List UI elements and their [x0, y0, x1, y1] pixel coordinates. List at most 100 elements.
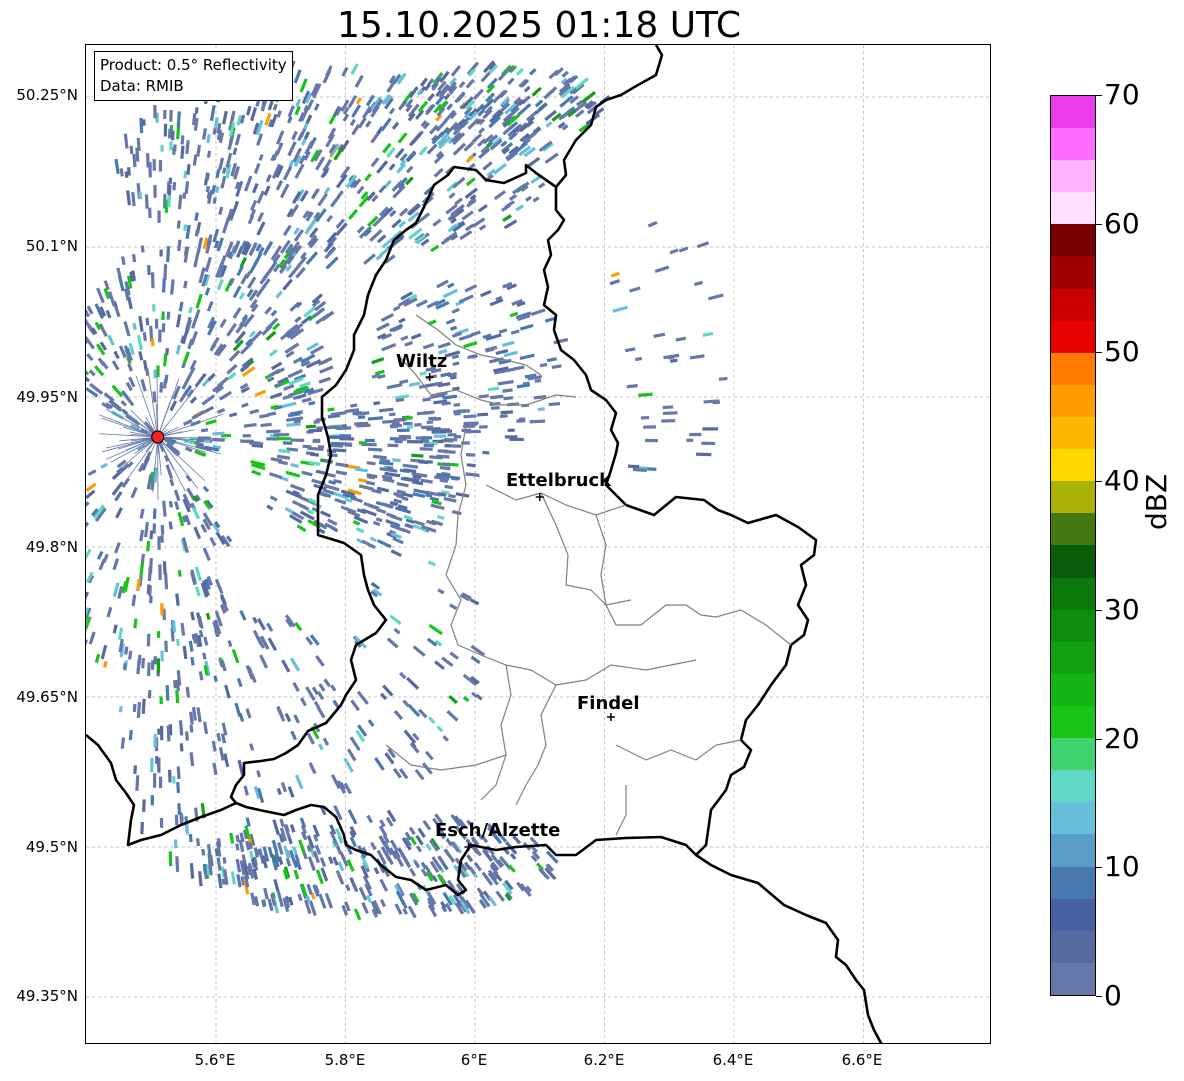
echo-cell [137, 654, 142, 665]
echo-cell [537, 407, 545, 412]
echo-cell [421, 436, 433, 440]
echo-cell [216, 857, 222, 871]
echo-cell [443, 848, 456, 863]
echo-cell [439, 465, 451, 471]
echo-cell [245, 817, 251, 827]
colorbar-segment [1051, 449, 1095, 482]
echo-cell [282, 441, 293, 445]
echo-cell [308, 428, 323, 433]
echo-cell [431, 428, 439, 432]
echo-cell [436, 514, 445, 520]
echo-cell [376, 234, 387, 244]
echo-cell [675, 336, 687, 342]
radar-map[interactable] [85, 44, 991, 1044]
echo-cell [305, 424, 317, 429]
echo-cell [448, 695, 458, 705]
echo-cell [111, 384, 124, 398]
echo-cell [86, 376, 91, 383]
echo-cell [86, 548, 92, 561]
echo-cell [230, 871, 237, 885]
echo-cell [160, 650, 164, 662]
echo-cell [492, 163, 507, 175]
echo-cell [478, 224, 487, 231]
echo-cell [159, 696, 163, 705]
echo-cell [645, 438, 658, 443]
echo-cell [116, 267, 122, 278]
echo-cell [442, 735, 449, 742]
lat-label: 49.8°N [25, 538, 78, 556]
echo-cell [337, 426, 352, 431]
echo-cell [290, 483, 306, 492]
echo-cell [280, 781, 288, 793]
echo-cell [453, 435, 462, 439]
echo-cell [216, 278, 224, 291]
echo-cell [148, 585, 152, 597]
echo-cell [232, 307, 242, 319]
colorbar-tick-mark [1096, 223, 1102, 225]
echo-cell [193, 526, 202, 540]
echo-cell [293, 714, 300, 724]
colorbar-tick-mark [1096, 95, 1102, 96]
colorbar-segment [1051, 224, 1095, 257]
clutter-spoke [152, 436, 159, 493]
echo-cell [273, 433, 290, 437]
echo-cell [250, 106, 258, 122]
echo-cell [369, 536, 378, 543]
echo-cell [162, 561, 167, 575]
colorbar-segment [1051, 609, 1095, 642]
echo-cell [643, 425, 656, 429]
luxembourg-border [229, 163, 818, 897]
echo-cell [249, 743, 255, 751]
echo-cell [188, 640, 194, 652]
echo-cell [561, 70, 569, 78]
echo-cell [315, 655, 325, 667]
echo-cell [120, 737, 126, 749]
echo-cell [284, 712, 292, 723]
echo-cell [376, 507, 387, 514]
echo-cell [532, 196, 540, 203]
echo-cell [686, 438, 694, 442]
colorbar-segment [1051, 962, 1095, 995]
echo-cell [417, 708, 428, 719]
echo-cell [339, 437, 355, 441]
echo-cell [138, 315, 144, 332]
echo-cell [194, 107, 199, 114]
echo-cell [301, 470, 313, 477]
echo-cell [102, 553, 109, 563]
echo-cell [125, 396, 135, 407]
colorbar-segment [1051, 545, 1095, 578]
echo-cell [516, 419, 526, 423]
echo-cell [275, 179, 284, 191]
echo-cell [290, 730, 297, 741]
echo-cell [358, 477, 368, 483]
echo-cell [157, 536, 161, 551]
echo-cell [678, 246, 689, 253]
echo-cell [196, 237, 204, 254]
echo-cell [174, 501, 180, 511]
echo-cell [718, 376, 728, 381]
echo-cell [266, 429, 281, 434]
echo-cell [342, 113, 350, 122]
echo-cell [286, 422, 301, 427]
echo-cell [251, 469, 262, 476]
lat-label: 50.1°N [25, 237, 78, 255]
echo-cell [478, 127, 486, 135]
echo-cell [129, 145, 134, 155]
echo-cell [158, 329, 162, 343]
echo-cell [313, 420, 320, 424]
echo-cell [183, 280, 188, 289]
colorbar-segment [1051, 577, 1095, 610]
echo-cell [356, 508, 367, 515]
echo-cell [182, 192, 187, 199]
echo-cell [159, 382, 164, 393]
echo-cell [253, 163, 261, 174]
colorbar-segment [1051, 834, 1095, 867]
echo-cell [647, 220, 658, 228]
echo-cell [349, 836, 357, 848]
echo-cell [318, 893, 327, 909]
colorbar-segment [1051, 513, 1095, 546]
echo-cell [334, 497, 347, 505]
echo-cell [470, 330, 481, 337]
echo-cell [458, 294, 474, 304]
echo-cell [530, 308, 546, 317]
